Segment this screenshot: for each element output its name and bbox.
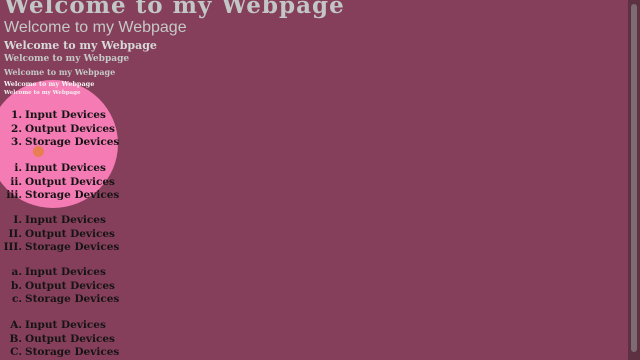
heading-2: Welcome to my Webpage: [4, 19, 187, 36]
list-marker: A.: [10, 319, 22, 331]
list-item-label: Storage Devices: [25, 241, 120, 253]
list-marker: a.: [11, 266, 22, 278]
page-content: Welcome to my Webpage Welcome to my Webp…: [0, 0, 628, 360]
list-item: i. Input Devices: [0, 162, 119, 176]
vertical-scrollbar[interactable]: [628, 0, 640, 360]
heading-4: Welcome to my Webpage: [4, 54, 130, 64]
list-marker: c.: [11, 293, 22, 305]
list-item: C. Storage Devices: [0, 346, 119, 360]
list-marker: b.: [11, 279, 22, 292]
list-item: I. Input Devices: [0, 214, 119, 228]
heading-3: Welcome to my Webpage: [4, 39, 157, 52]
ordered-list-lower-alpha: a. Input Devices b. Output Devices c. Stora…: [0, 266, 119, 307]
list-item: III. Storage Devices: [0, 241, 120, 255]
list-marker: III.: [3, 241, 22, 253]
list-item-label: Storage Devices: [25, 346, 120, 358]
ordered-list-decimal: 1. Input Devices 2. Output Devices 3. Stora…: [0, 109, 119, 150]
list-marker: 3.: [11, 136, 22, 148]
list-item-label: Storage Devices: [25, 189, 120, 201]
ordered-list-upper-alpha: A. Input Devices B. Output Devices C. Stora…: [0, 319, 119, 360]
list-item: B. Output Devices: [0, 333, 119, 347]
scrollbar-thumb[interactable]: [631, 4, 637, 352]
list-item: 2. Output Devices: [0, 123, 119, 137]
list-item-label: Input Devices: [25, 319, 106, 331]
list-item-label: Input Devices: [25, 214, 106, 226]
ordered-list-lower-roman: i. Input Devices ii. Output Devices iii. St…: [0, 162, 119, 203]
list-marker: 2.: [11, 122, 22, 135]
list-item: 3. Storage Devices: [0, 136, 119, 150]
list-item-label: Input Devices: [25, 266, 106, 278]
list-marker: iii.: [6, 189, 22, 201]
list-item: a. Input Devices: [0, 266, 119, 280]
list-item: A. Input Devices: [0, 319, 119, 333]
list-item: b. Output Devices: [0, 280, 119, 294]
list-item: c. Storage Devices: [0, 293, 119, 307]
list-marker: B.: [9, 332, 22, 345]
list-marker: I.: [13, 214, 22, 226]
ordered-list-upper-roman: I. Input Devices II. Output Devices III. St…: [0, 214, 120, 255]
heading-1: Welcome to my Webpage: [4, 0, 345, 19]
list-item-label: Input Devices: [25, 162, 106, 174]
heading-6: Welcome to my Webpage: [4, 80, 95, 88]
list-item-label: Input Devices: [25, 109, 106, 121]
cursor-highlight-icon: [33, 146, 44, 157]
list-marker: C.: [10, 346, 22, 358]
list-item: ii. Output Devices: [0, 176, 119, 190]
list-marker: ii.: [10, 175, 22, 188]
list-item: II. Output Devices: [0, 228, 119, 242]
list-marker: II.: [8, 227, 22, 240]
list-item-label: Output Devices: [25, 122, 115, 135]
list-item-label: Output Devices: [25, 227, 115, 240]
list-item: 1. Input Devices: [0, 109, 119, 123]
heading-7: Welcome to my Webpage: [4, 90, 81, 96]
heading-5: Welcome to my Webpage: [4, 67, 116, 77]
list-item-label: Output Devices: [25, 332, 115, 345]
list-marker: i.: [14, 162, 22, 174]
list-item-label: Storage Devices: [25, 293, 120, 305]
list-item-label: Output Devices: [25, 279, 115, 292]
list-item: iii. Storage Devices: [0, 189, 119, 203]
list-marker: 1.: [11, 109, 22, 121]
list-item-label: Output Devices: [25, 175, 115, 188]
